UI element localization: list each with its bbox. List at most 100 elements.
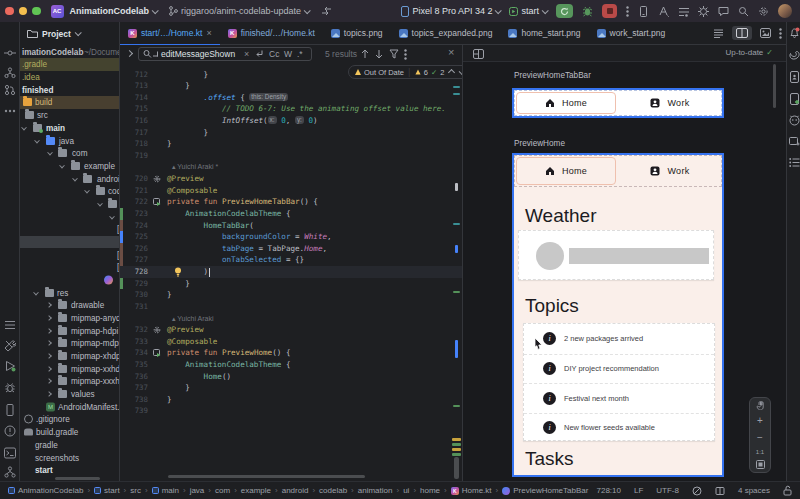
breadcrumb-item[interactable]: src [130, 486, 141, 495]
commit-tool-icon[interactable] [4, 47, 16, 59]
build-tool-icon[interactable] [4, 340, 16, 352]
search-options-icon[interactable] [404, 49, 407, 60]
more-tools-icon[interactable] [4, 105, 16, 117]
expand-search-icon[interactable] [126, 50, 133, 57]
close-search-icon[interactable]: × [448, 48, 454, 57]
search-everywhere-icon[interactable] [738, 6, 749, 17]
unlock-icon[interactable] [783, 485, 792, 496]
search-history-icon[interactable] [153, 51, 158, 56]
chevron-down-icon[interactable] [21, 125, 27, 131]
split-view-button[interactable] [732, 26, 752, 40]
editor-tab[interactable]: Kstart/…/Home.kt× [120, 22, 220, 45]
chevron-down-icon[interactable] [72, 175, 78, 181]
chevron-down-icon[interactable] [33, 289, 39, 295]
editor-tab[interactable]: topics_expanded.png [391, 22, 501, 45]
code-area[interactable]: 712 }713 }714 .offset { this: Density715… [120, 62, 462, 477]
close-window-button[interactable] [5, 7, 14, 16]
app-tab-work[interactable]: Work [618, 155, 722, 187]
chevron-down-icon[interactable] [34, 137, 40, 143]
window-controls[interactable] [5, 7, 41, 16]
code-editor[interactable]: editMessageShown × Cc W .* 5 results × 7… [120, 45, 462, 481]
tool-windows-icon[interactable] [678, 6, 689, 17]
topic-row[interactable]: iDIY project recommendation [524, 354, 714, 384]
ai-assistant-icon[interactable] [658, 6, 669, 17]
chevron-down-icon[interactable] [109, 213, 115, 219]
tree-item-build.gradle[interactable]: build.gradle [20, 426, 120, 439]
clear-search-icon[interactable]: × [244, 49, 249, 58]
code-view-icon[interactable] [713, 28, 724, 39]
menu-icon[interactable] [4, 319, 16, 331]
tree-item-mipmap-xxxhdp[interactable]: mipmap-xxxhdp [20, 375, 120, 388]
maximize-window-button[interactable] [32, 7, 41, 16]
tree-item-gradle[interactable]: gradle [20, 438, 120, 451]
tree-item-finished[interactable]: finished [20, 83, 120, 96]
chevron-right-icon[interactable] [46, 379, 52, 385]
tree-item-AndroidManifest.xn[interactable]: MAndroidManifest.xn [20, 400, 120, 413]
tree-item-res[interactable]: res [20, 286, 120, 299]
running-devices-tool-icon[interactable] [4, 404, 16, 416]
breadcrumb-item[interactable]: codelab [319, 486, 347, 495]
match-case-toggle[interactable]: Cc [269, 49, 279, 59]
settings-icon[interactable] [758, 6, 769, 17]
next-occurrence-icon[interactable] [375, 49, 383, 59]
breadcrumb-item[interactable]: example [241, 486, 271, 495]
preview-scrollbar[interactable] [773, 64, 776, 108]
terminal-tool-icon[interactable] [4, 447, 16, 459]
tree-item-codelab[interactable]: codelab [20, 185, 120, 198]
zoom-out-button[interactable]: − [757, 432, 763, 443]
editor-horizontal-scrollbar[interactable] [168, 475, 365, 478]
tree-item-example[interactable]: example [20, 160, 120, 173]
run-preview-icon[interactable] [153, 349, 161, 357]
filter-icon[interactable] [389, 49, 399, 59]
close-tab-icon[interactable]: × [206, 29, 211, 38]
breadcrumb-item[interactable]: android [282, 486, 309, 495]
tree-item-main[interactable]: main [20, 121, 120, 134]
file-encoding[interactable]: UTF-8 [656, 486, 679, 495]
tree-item-src[interactable]: src [20, 109, 120, 122]
chevron-down-icon[interactable] [97, 201, 103, 207]
logcat-icon[interactable] [789, 115, 800, 126]
preview-settings-icon[interactable] [153, 175, 161, 183]
zoom-to-fit-icon[interactable] [756, 460, 765, 469]
vcs-tool-icon[interactable] [4, 466, 16, 478]
running-devices-icon[interactable] [789, 71, 800, 83]
inspection-widget[interactable]: Out Of Date │ 6 ✓ 2 [348, 65, 462, 79]
app-tab-work[interactable]: Work [618, 90, 722, 116]
rerun-button[interactable] [556, 4, 573, 18]
prev-occurrence-icon[interactable] [361, 49, 369, 59]
tree-item-mipmap-anydpi-[interactable]: mipmap-anydpi- [20, 312, 120, 325]
topic-row[interactable]: i2 new packages arrived [524, 324, 714, 354]
preview-home-tab-bar[interactable]: Home Work [512, 88, 724, 118]
tree-item-[[interactable]: [ [20, 223, 120, 236]
structure-view-icon[interactable] [789, 157, 800, 168]
preview-layout-icon[interactable] [473, 49, 484, 59]
chevron-right-icon[interactable] [46, 328, 52, 334]
chevron-right-icon[interactable] [46, 391, 52, 397]
tree-item-mipmap-xhdpi[interactable]: mipmap-xhdpi [20, 350, 120, 363]
device-manager-icon[interactable] [789, 93, 800, 105]
reader-mode-icon[interactable] [715, 486, 725, 496]
tab-options-icon[interactable] [779, 28, 782, 39]
chevron-right-icon[interactable] [46, 341, 52, 347]
tree-item-android[interactable]: android [20, 172, 120, 185]
zoom-level[interactable]: 1:1 [756, 449, 764, 455]
tree-item-[[interactable]: [ [20, 261, 120, 274]
debug-tool-icon[interactable] [4, 382, 16, 394]
tree-item-imationCodelab[interactable]: imationCodelab~/Documen [20, 45, 120, 58]
indent-style[interactable]: 4 spaces [738, 486, 770, 495]
problems-tool-icon[interactable] [4, 425, 16, 437]
tree-item-com[interactable]: com [20, 147, 120, 160]
newline-icon[interactable] [255, 49, 264, 58]
tree-item-drawable[interactable]: drawable [20, 299, 120, 312]
tree-item-start[interactable]: start [20, 464, 120, 477]
editor-tab[interactable]: work_start.png [589, 22, 674, 45]
tree-item-build[interactable]: build [20, 96, 120, 109]
tree-item-java[interactable]: java [20, 134, 120, 147]
breadcrumb-item[interactable]: main [152, 486, 179, 495]
run-preview-icon[interactable] [153, 198, 161, 206]
chevron-down-icon[interactable] [47, 150, 53, 156]
breadcrumb-item[interactable]: ui [403, 486, 409, 495]
app-tab-home[interactable]: Home [514, 155, 618, 187]
breadcrumb-item[interactable]: AnimationCodelab [8, 486, 83, 495]
tree-item-screenshots[interactable]: screenshots [20, 451, 120, 464]
